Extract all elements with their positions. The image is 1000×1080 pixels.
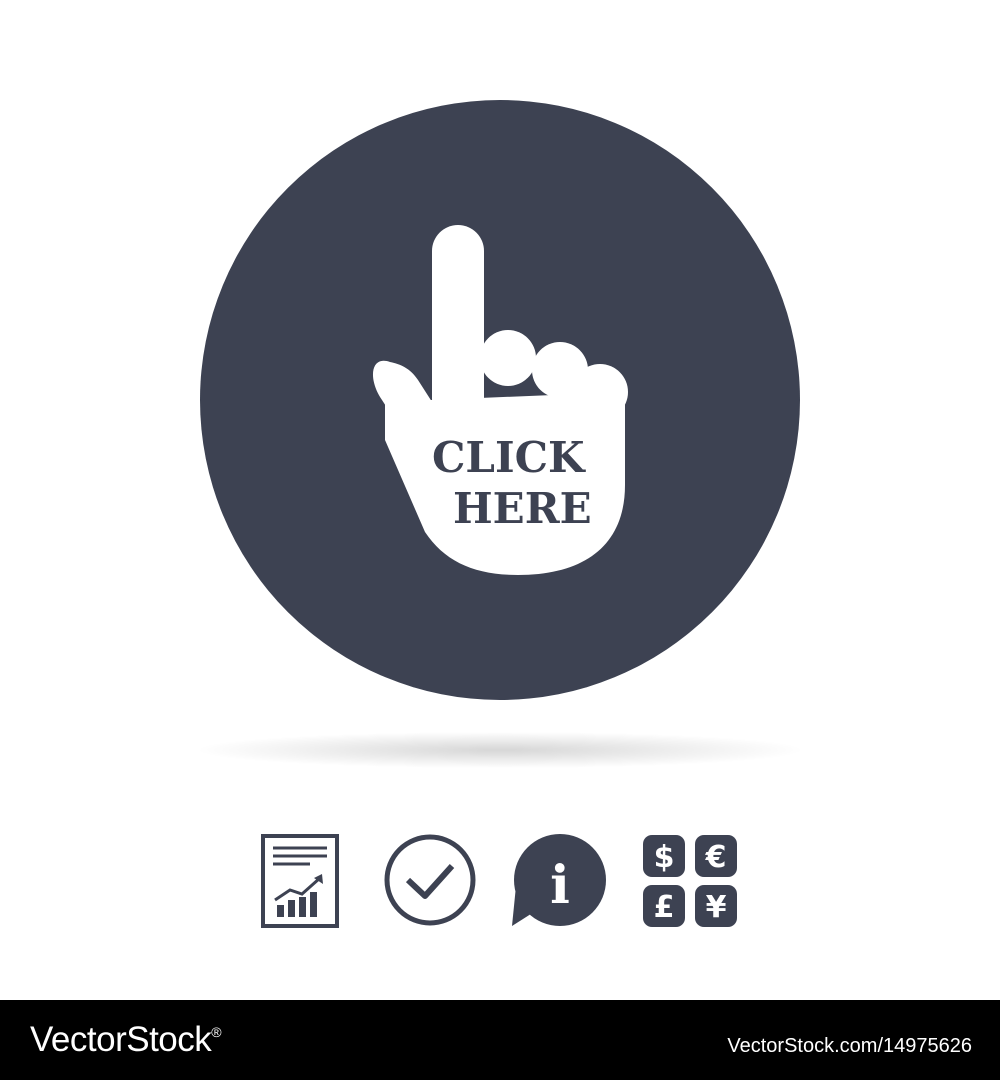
logo-text: VectorStock xyxy=(30,1020,212,1059)
currency-exchange-icon: $ € £ ¥ xyxy=(640,830,740,930)
check-circle-icon xyxy=(380,830,480,930)
vectorstock-logo: VectorStock® xyxy=(30,1020,222,1060)
info-glyph: i xyxy=(550,855,570,916)
hand-pointer-icon xyxy=(372,225,628,575)
icon-canvas: CLICK HERE i $ € £ ¥ xyxy=(0,0,1000,1000)
click-text: CLICK xyxy=(432,433,585,482)
yen-glyph: ¥ xyxy=(706,890,727,925)
here-text: HERE xyxy=(453,484,592,533)
report-chart-icon xyxy=(250,830,350,930)
main-icon-shadow xyxy=(200,732,800,768)
logo-registered-mark: ® xyxy=(211,1024,222,1040)
info-speech-bubble-icon: i xyxy=(510,830,610,930)
pound-glyph: £ xyxy=(654,890,675,925)
dollar-glyph: $ xyxy=(654,840,675,875)
click-here-circle-icon: CLICK HERE xyxy=(200,100,800,700)
image-id-text: VectorStock.com/14975626 xyxy=(727,1035,972,1057)
euro-glyph: € xyxy=(705,840,727,875)
footer-bar: VectorStock® VectorStock.com/14975626 xyxy=(0,1000,1000,1080)
